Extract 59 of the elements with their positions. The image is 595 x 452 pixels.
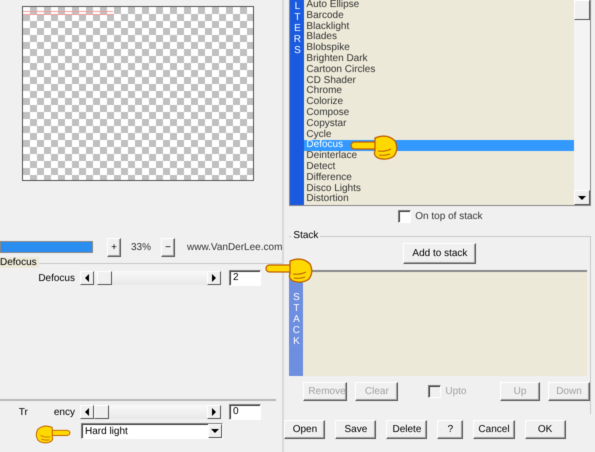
slider-label: Defocus [38, 272, 75, 284]
filter-item[interactable]: Disco Lights [304, 184, 574, 194]
dialog-button[interactable]: Delete [386, 420, 428, 439]
filter-item[interactable]: Difference [304, 172, 574, 184]
zoom-value: 33% [130, 242, 152, 252]
zoom-out-button[interactable]: − [161, 238, 175, 256]
dialog-button[interactable]: Open [284, 420, 326, 439]
dialog-button[interactable]: Cancel [473, 420, 515, 439]
group-title: Defocus [0, 257, 39, 268]
checkbox-label: Upto [445, 386, 466, 397]
add-to-stack-button[interactable]: Add to stack [403, 243, 476, 264]
filter-item[interactable]: Blades [304, 32, 574, 44]
filter-item[interactable]: Copystar [304, 118, 574, 130]
group-title: Stack [291, 230, 320, 241]
filter-item[interactable]: Cycle [304, 130, 574, 140]
filter-item[interactable]: Auto Ellipse [304, 0, 574, 11]
dialog-button[interactable]: ? [437, 420, 464, 439]
caret-left-icon [84, 407, 90, 417]
caret-left-icon [84, 273, 90, 283]
filter-item[interactable]: Brighten Dark [304, 54, 574, 65]
website-link[interactable]: www.VanDerLee.com [187, 242, 282, 252]
scroll-thumb[interactable] [574, 0, 590, 20]
filter-item[interactable]: Cartoon Circles [304, 64, 574, 76]
caret-right-icon [211, 407, 217, 417]
caret-down-icon [210, 427, 220, 435]
pointing-hand-icon [265, 258, 312, 283]
blend-mode-dropdown[interactable]: Hard light [81, 423, 223, 439]
side-label: STACK [292, 292, 302, 349]
checkbox-label: On top of stack [415, 210, 483, 222]
slider-thumb[interactable] [97, 271, 112, 285]
filter-item[interactable]: CD Shader [304, 76, 574, 86]
scroll-right-button[interactable] [207, 271, 221, 285]
caret-right-icon [211, 273, 217, 283]
filter-item[interactable]: Barcode [304, 10, 574, 22]
filter-item[interactable]: Blacklight [304, 22, 574, 32]
dialog-button[interactable]: Save [335, 420, 376, 439]
slider-label: Tr [18, 406, 28, 418]
filter-item[interactable]: Deinterlace [304, 151, 574, 162]
filter-item[interactable]: Blobspike [304, 43, 574, 54]
filter-item[interactable]: Compose [304, 108, 574, 119]
scroll-left-button[interactable] [80, 271, 94, 285]
value-field[interactable]: 0 [229, 404, 261, 420]
scroll-right-button[interactable] [207, 405, 221, 419]
slider-label: ency [54, 406, 75, 418]
scrollbar[interactable] [574, 0, 590, 205]
slider-thumb[interactable] [94, 405, 109, 419]
side-label: LTERS [292, 1, 302, 58]
scroll-left-button[interactable] [80, 405, 94, 419]
value-field[interactable]: 2 [229, 270, 261, 286]
dialog-button[interactable]: OK [524, 420, 566, 439]
filter-item[interactable]: Colorize [304, 97, 574, 108]
zoom-in-button[interactable]: + [107, 238, 121, 256]
filter-item[interactable]: Chrome [304, 86, 574, 98]
caret-down-icon [577, 194, 588, 202]
filter-item[interactable]: Detect [304, 162, 574, 173]
pointing-hand-icon [36, 426, 70, 444]
checkbox[interactable] [398, 210, 412, 222]
filter-item[interactable]: Distortion [304, 194, 574, 205]
scroll-down-button[interactable] [574, 190, 590, 205]
